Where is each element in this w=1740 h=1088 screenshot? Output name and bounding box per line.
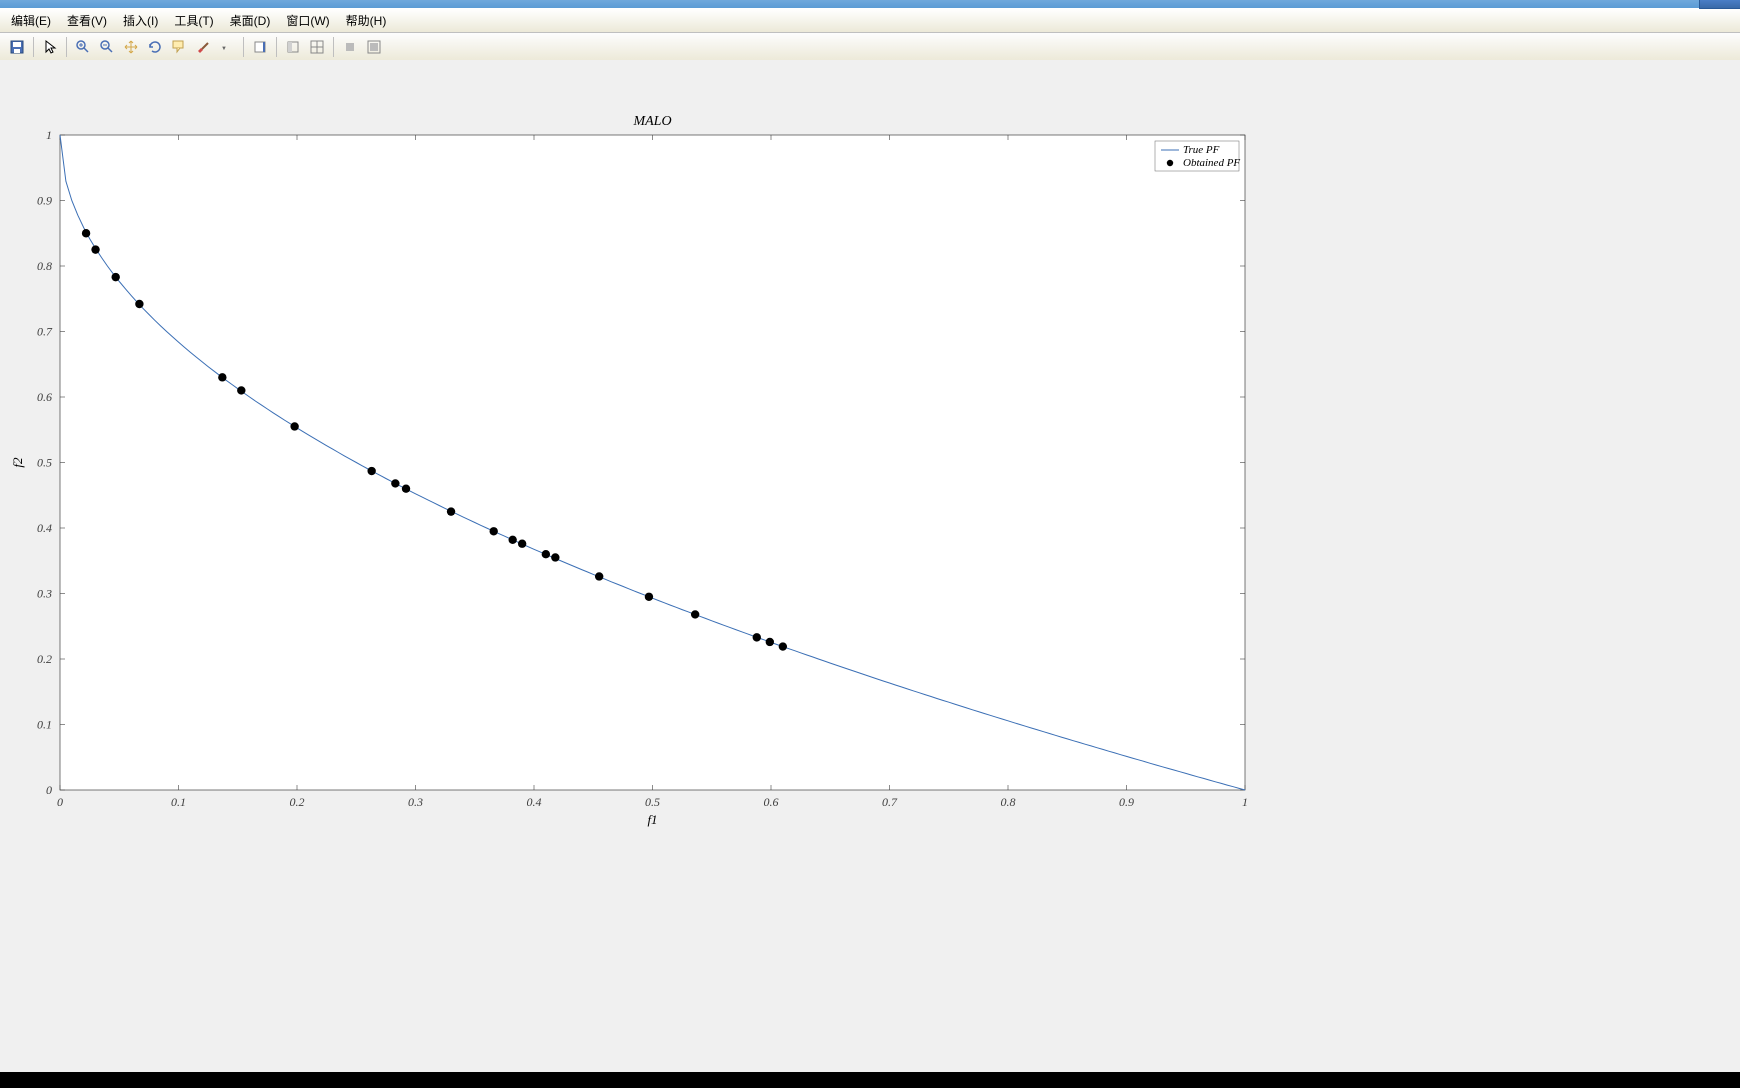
svg-text:0.7: 0.7	[37, 325, 53, 339]
window-controls[interactable]	[1700, 0, 1740, 8]
link-button[interactable]: ▼	[215, 35, 239, 59]
menu-window[interactable]: 窗口(W)	[278, 10, 337, 31]
save-button[interactable]	[5, 35, 29, 59]
svg-text:0.5: 0.5	[37, 456, 52, 470]
brush-button[interactable]	[191, 35, 215, 59]
menubar: 编辑(E) 查看(V) 插入(I) 工具(T) 桌面(D) 窗口(W) 帮助(H…	[0, 8, 1740, 33]
figure-canvas[interactable]: 0 0.1 0.2 0.3 0.4 0.5 0.6 0.7 0.8 0.9 1 0 0.1 0.2 0.3 0…	[0, 60, 1740, 1072]
svg-text:0.8: 0.8	[1001, 795, 1016, 809]
svg-text:0.3: 0.3	[37, 587, 52, 601]
layout-button[interactable]	[305, 35, 329, 59]
titlebar	[0, 0, 1740, 8]
svg-text:0.7: 0.7	[882, 795, 898, 809]
dock-button[interactable]	[281, 35, 305, 59]
svg-text:0: 0	[46, 783, 52, 797]
colorbar-button[interactable]	[248, 35, 272, 59]
reset-view-button[interactable]	[338, 35, 362, 59]
svg-text:0.9: 0.9	[37, 194, 52, 208]
svg-text:Obtained PF: Obtained PF	[1183, 157, 1240, 169]
svg-text:0.2: 0.2	[290, 795, 305, 809]
menu-help[interactable]: 帮助(H)	[338, 10, 395, 31]
svg-text:0.8: 0.8	[37, 259, 52, 273]
svg-text:0.2: 0.2	[37, 652, 52, 666]
svg-text:0.3: 0.3	[408, 795, 423, 809]
axes[interactable]: 0 0.1 0.2 0.3 0.4 0.5 0.6 0.7 0.8 0.9 1 0 0.1 0.2 0.3 0…	[0, 60, 1400, 910]
svg-text:0.4: 0.4	[527, 795, 542, 809]
svg-text:0.6: 0.6	[764, 795, 779, 809]
matlab-figure-window: 编辑(E) 查看(V) 插入(I) 工具(T) 桌面(D) 窗口(W) 帮助(H…	[0, 0, 1740, 1072]
svg-text:0.6: 0.6	[37, 390, 52, 404]
menu-view[interactable]: 查看(V)	[59, 10, 115, 31]
menu-insert[interactable]: 插入(I)	[115, 10, 166, 31]
menu-edit[interactable]: 编辑(E)	[3, 10, 59, 31]
svg-text:0.1: 0.1	[171, 795, 186, 809]
zoom-in-button[interactable]	[71, 35, 95, 59]
expand-axes-button[interactable]	[362, 35, 386, 59]
svg-text:f2: f2	[10, 457, 25, 468]
svg-text:MALO: MALO	[632, 114, 671, 129]
svg-text:▼: ▼	[221, 46, 227, 52]
rotate-button[interactable]	[143, 35, 167, 59]
svg-text:0.1: 0.1	[37, 718, 52, 732]
svg-text:True PF: True PF	[1183, 144, 1220, 156]
pan-button[interactable]	[119, 35, 143, 59]
svg-text:0.9: 0.9	[1119, 795, 1134, 809]
toolbar: ▼	[0, 33, 1740, 62]
svg-text:1: 1	[46, 128, 52, 142]
svg-text:0: 0	[57, 795, 63, 809]
svg-text:f1: f1	[647, 812, 657, 827]
pointer-button[interactable]	[38, 35, 62, 59]
menu-desktop[interactable]: 桌面(D)	[222, 10, 279, 31]
svg-text:1: 1	[1242, 795, 1248, 809]
datatip-button[interactable]	[167, 35, 191, 59]
menu-tools[interactable]: 工具(T)	[166, 10, 221, 31]
svg-text:0.5: 0.5	[645, 795, 660, 809]
zoom-out-button[interactable]	[95, 35, 119, 59]
svg-text:0.4: 0.4	[37, 521, 52, 535]
